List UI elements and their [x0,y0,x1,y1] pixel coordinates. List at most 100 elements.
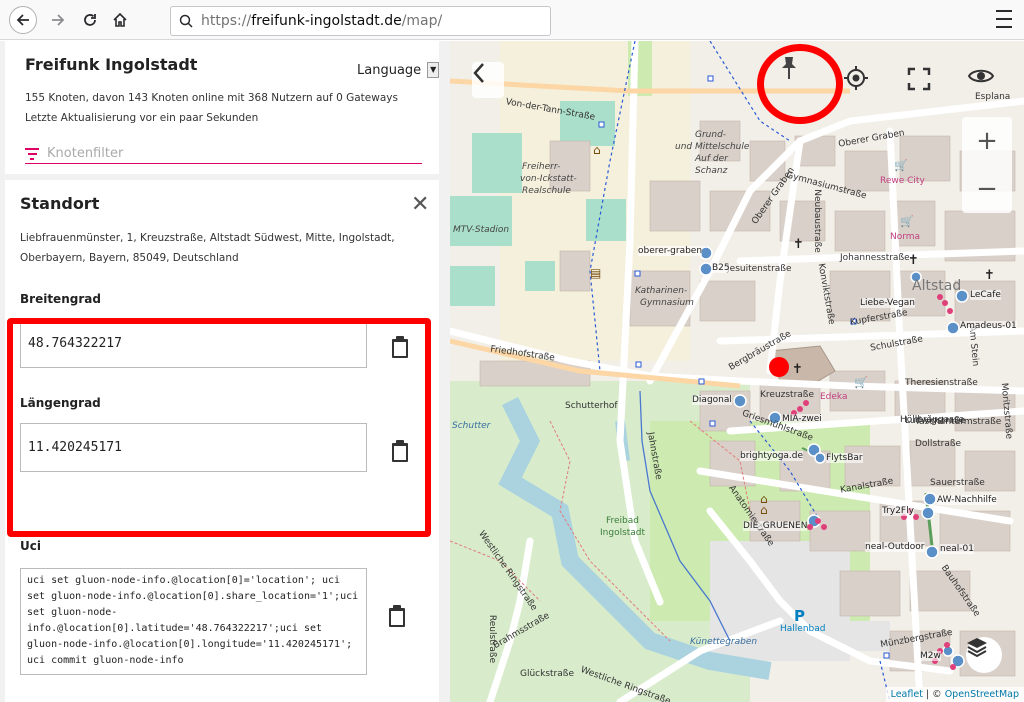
map-label-theresienstr: Theresienstraße [905,378,978,388]
arrow-right-icon [52,14,65,26]
node-label-liebe-vegan[interactable]: Liebe-Vegan [860,298,915,308]
map-label-schanz: Schanz [695,166,728,176]
map-label-sauerstr: Sauerstraße [930,478,985,488]
crosshair-icon [844,66,868,90]
reload-button[interactable] [76,6,104,34]
map-label-mittelschule: und Mittelschule [675,142,750,152]
node-label-m2w[interactable]: M2w [920,651,941,661]
node-filter-field[interactable] [25,144,422,164]
pick-location-button[interactable] [778,55,824,101]
attribution-separator: | © [922,689,945,700]
uci-textarea[interactable]: uci set gluon-node-info.@location[0]='lo… [20,568,367,675]
map-label-rewe: Rewe City [880,176,925,186]
latitude-label: Breitengrad [20,292,101,306]
map-label-ingolstadt: Ingolstadt [600,528,646,538]
layers-button[interactable] [966,637,1002,673]
map-label-katharinen: Katharinen- [635,286,688,296]
svg-text:🛒: 🛒 [900,215,914,228]
map-label-reulstr: Reulstraße [487,614,498,664]
eye-icon [968,69,994,83]
svg-text:⌂: ⌂ [760,492,768,506]
node-label-oberer-graben[interactable]: oberer-graben [638,246,703,256]
location-card: Standort ✕ Liebfrauenmünster, 1, Kreuzst… [5,180,439,702]
map-label-dollstr: Dollstraße [915,439,962,449]
node-label-aw-nachhilfe[interactable]: AW-Nachhilfe [937,495,997,505]
back-button[interactable] [9,6,37,34]
address-bar[interactable]: https://freifunk-ingolstadt.de/map/ [170,6,551,36]
language-select[interactable]: Language ▼ [357,62,440,78]
map-label-esplanade: Esplana [975,92,1011,102]
home-button[interactable] [106,6,134,34]
node-label-flytsbar[interactable]: FlytsBar [826,453,863,463]
search-icon [179,14,193,28]
layers-icon [967,638,987,657]
network-stats: 155 Knoten, davon 143 Knoten online mit … [25,92,398,104]
map-label-mtv: MTV-Stadion [453,225,510,235]
address-line-2: Oberbayern, Bayern, 85049, Deutschland [20,252,239,264]
node-label-lecafe[interactable]: LeCafe [970,290,1001,300]
location-title: Standort [20,194,100,213]
chevron-down-icon: ▼ [427,62,440,78]
map-label-johannesstr: Johannesstraße [840,253,910,263]
map-label-grund: Grund- [695,130,727,140]
map-label-freiherr: Freiherr- [522,162,561,172]
svg-text:✝: ✝ [984,268,995,283]
url-host: freifunk-ingolstadt.de [251,13,402,29]
arrow-left-icon [16,14,29,26]
copy-uci-clipboard-icon[interactable] [387,604,407,628]
map-label-gymnasium: Gymnasium [640,298,694,308]
svg-text:P: P [794,607,805,625]
map-label-altstadt: Altstad [912,278,962,294]
address-line-1: Liebfrauenmünster, 1, Kreuzstraße, Altst… [20,232,395,244]
map-view[interactable]: ✝ ✝ ✝ ✝ ⌂ ⌂ ⌂ ▤ 🛒 🛒 🛒 P Von-der-Tann-Straße Grun… [450,41,1024,702]
browser-toolbar: https://freifunk-ingolstadt.de/map/ [0,0,1024,40]
map-label-schutter: Schutter [452,421,491,431]
map-label-kreuzstr: Kreuzstraße [760,390,815,400]
url-scheme: https:// [201,13,252,29]
fullscreen-button[interactable] [907,67,935,95]
zoom-control: + − [962,117,1012,213]
map-label-taschenturmstr: Taschenturmstraße [915,417,1002,427]
node-filter-input[interactable] [47,146,407,161]
leaflet-link[interactable]: Leaflet [891,689,923,700]
node-label-mia-zwei[interactable]: MIA-zwei [782,414,822,424]
node-label-neal[interactable]: neal-Outdoor [865,542,925,552]
node-label-b25[interactable]: B25 [712,263,730,273]
map-label-schutterhof: Schutterhof [565,401,618,411]
sidebar-header: Freifunk Ingolstadt Language ▼ 155 Knote… [5,41,440,174]
node-label-neal-01[interactable]: neal-01 [940,544,974,554]
home-icon [113,12,127,27]
node-label-try2fly[interactable]: Try2Fly [882,506,914,516]
map-label-auf-der: Auf der [695,154,728,164]
map-label-jesuitenstr: Jesuitenstraße [727,264,792,274]
map-label-edeka: Edeka [820,392,848,402]
locate-button[interactable] [843,65,875,97]
svg-text:▤: ▤ [590,266,601,280]
svg-text:⌂: ⌂ [593,143,601,157]
map-label-glueckstr: Glückstraße [520,669,574,679]
page-title: Freifunk Ingolstadt [25,55,198,74]
map-label-hallenbad: Hallenbad [780,624,826,634]
language-label: Language [357,62,422,78]
hamburger-menu-icon[interactable] [996,10,1012,28]
visibility-button[interactable] [968,67,998,93]
node-label-diagonal[interactable]: Diagonal [692,395,732,405]
location-address: Liebfrauenmünster, 1, Kreuzstraße, Altst… [20,228,420,268]
svg-text:🛒: 🛒 [854,376,868,389]
openstreetmap-link[interactable]: OpenStreetMap [945,689,1019,700]
svg-text:✝: ✝ [792,362,803,377]
filter-icon[interactable] [25,147,39,160]
node-label-amadeus[interactable]: Amadeus-01 [960,321,1017,331]
node-label-die-gruenen[interactable]: DIE_GRUENEN [743,521,808,531]
coordinates-highlight-box [7,318,431,537]
svg-text:🛒: 🛒 [894,159,908,172]
map-label-neubaustr: Neubaustraße [811,189,822,253]
node-label-brightyoga[interactable]: brightyoga.de [740,451,804,461]
close-icon[interactable]: ✕ [411,194,429,216]
last-update: Letzte Aktualisierung vor ein paar Sekun… [25,112,259,124]
zoom-in-button[interactable]: + [962,117,1012,165]
forward-button[interactable] [44,6,72,34]
map-label-kuenette: Künettegraben [690,637,758,647]
zoom-out-button[interactable]: − [962,165,1012,213]
sidebar-toggle-button[interactable] [472,62,504,98]
